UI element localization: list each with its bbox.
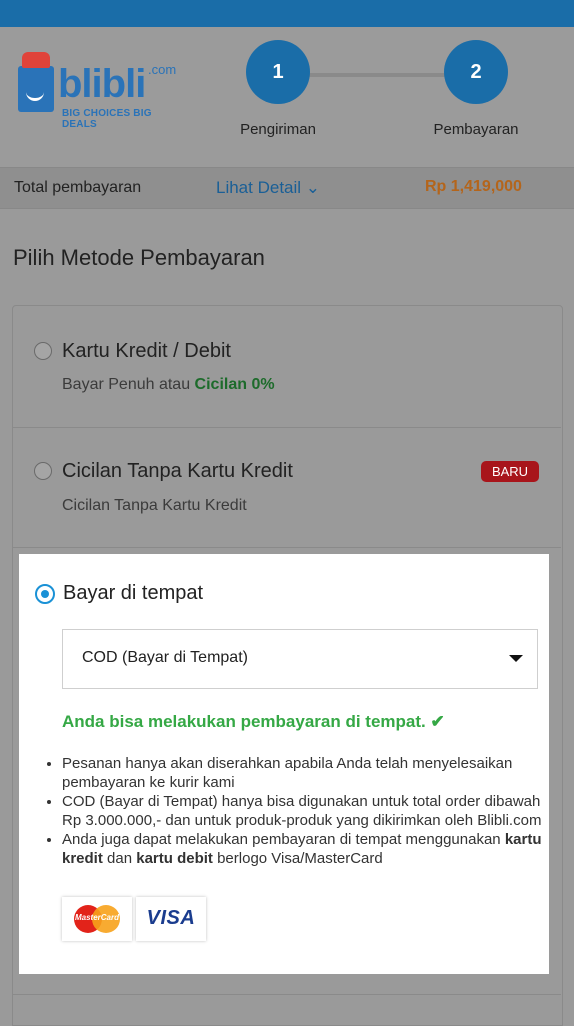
step-2-indicator[interactable]: 2	[444, 40, 508, 104]
list-item: Pesanan hanya akan diserahkan apabila An…	[62, 754, 556, 792]
mastercard-logo: MasterCard	[62, 897, 132, 941]
option-subtitle: Cicilan Tanpa Kartu Kredit	[62, 497, 247, 514]
step-1-label: Pengiriman	[240, 121, 316, 138]
logo-wordmark: blibli	[58, 62, 146, 106]
cod-method-select[interactable]: COD (Bayar di Tempat)	[62, 629, 538, 689]
installment-highlight: Cicilan 0%	[194, 376, 275, 393]
step-1-indicator[interactable]: 1	[246, 40, 310, 104]
divider	[12, 994, 561, 995]
chevron-down-icon	[509, 655, 523, 662]
blibli-logo[interactable]: blibli .com BIG CHOICES BIG DEALS	[18, 36, 188, 130]
radio-cod-selected[interactable]	[35, 584, 55, 604]
select-value: COD (Bayar di Tempat)	[82, 649, 248, 666]
total-amount: Rp 1,419,000	[425, 178, 522, 195]
radio-credit-card[interactable]	[34, 342, 52, 360]
option-title: Bayar di tempat	[63, 582, 204, 604]
page-title: Pilih Metode Pembayaran	[13, 245, 265, 270]
payment-option-credit-card[interactable]: Kartu Kredit / Debit Bayar Penuh atau Ci…	[12, 306, 561, 428]
option-title: Kartu Kredit / Debit	[62, 340, 231, 362]
radio-installment[interactable]	[34, 462, 52, 480]
view-detail-link[interactable]: Lihat Detail ⌄	[216, 178, 320, 198]
logo-suffix: .com	[148, 62, 177, 77]
option-title: Cicilan Tanpa Kartu Kredit	[62, 460, 293, 482]
total-payment-label: Total pembayaran	[14, 179, 142, 196]
option-subtitle: Bayar Penuh atau Cicilan 0%	[62, 376, 275, 393]
list-item: Anda juga dapat melakukan pembayaran di …	[62, 830, 556, 868]
logo-tagline: BIG CHOICES BIG DEALS	[62, 108, 152, 130]
step-2-label: Pembayaran	[433, 121, 519, 138]
payment-option-installment-no-card[interactable]: Cicilan Tanpa Kartu Kredit Cicilan Tanpa…	[12, 428, 561, 548]
cod-notes-list: Pesanan hanya akan diserahkan apabila An…	[45, 754, 556, 868]
list-item: COD (Bayar di Tempat) hanya bisa digunak…	[62, 792, 556, 830]
payment-option-cod[interactable]: Bayar di tempat COD (Bayar di Tempat) An…	[19, 554, 549, 974]
visa-logo: VISA	[136, 897, 206, 941]
total-payment-bar: Total pembayaran Lihat Detail ⌄ Rp 1,419…	[0, 167, 574, 209]
shopping-bag-icon	[18, 52, 54, 112]
cod-success-message: Anda bisa melakukan pembayaran di tempat…	[62, 712, 445, 731]
new-badge: BARU	[481, 461, 539, 482]
top-status-bar	[0, 0, 574, 27]
